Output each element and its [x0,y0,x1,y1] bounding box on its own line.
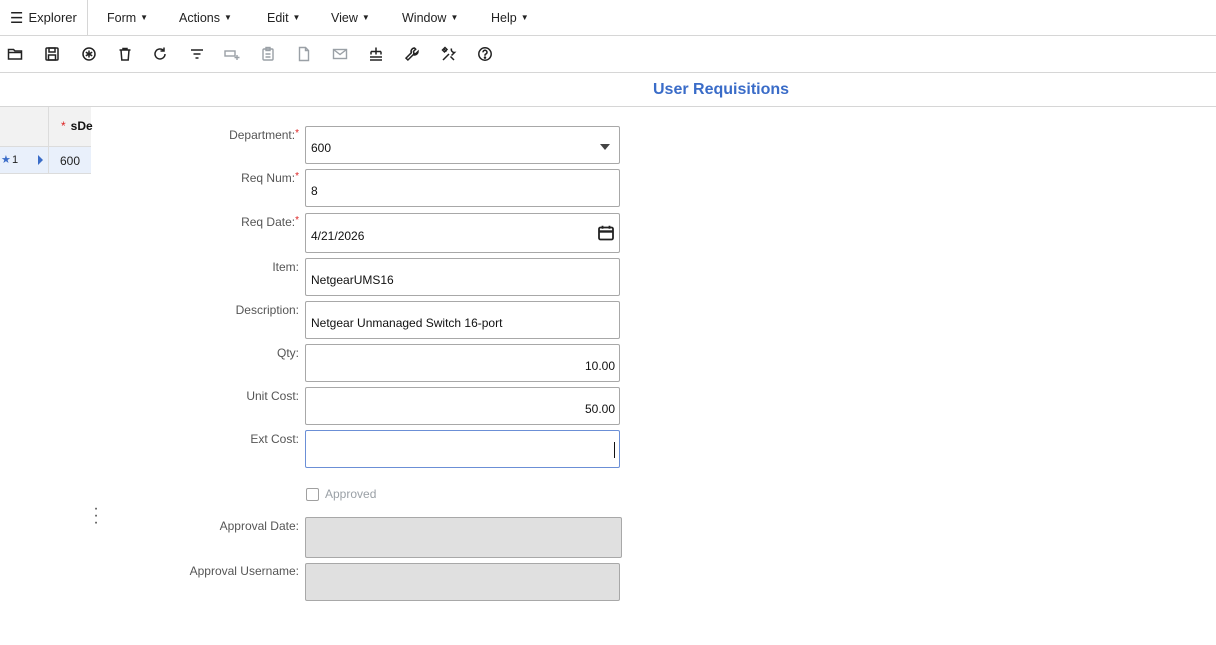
insert-row-icon[interactable] [223,45,241,63]
req-num-field[interactable]: 8 [305,169,620,207]
refresh-icon[interactable] [151,45,169,63]
item-field[interactable]: NetgearUMS16 [305,258,620,296]
menu-help[interactable]: Help ▼ [491,0,529,36]
clipboard-icon[interactable] [259,45,277,63]
current-row-arrow-icon [38,155,43,165]
chevron-down-icon [600,144,610,150]
department-label: Department:* [229,128,299,142]
caret-down-icon: ▼ [140,13,149,22]
qty-field[interactable]: 10.00 [305,344,620,382]
row-header[interactable]: ★ 1 [0,147,49,174]
caret-down-icon: ▼ [224,13,232,22]
tools-icon[interactable] [440,45,458,63]
description-field[interactable]: Netgear Unmanaged Switch 16-port [305,301,620,339]
grid-cell-department[interactable]: 600 [60,154,80,168]
email-icon[interactable] [331,45,349,63]
help-icon[interactable] [476,45,494,63]
approval-username-field [305,563,620,601]
grid-corner [0,107,49,147]
req-num-label: Req Num:* [241,171,299,185]
approved-label: Approved [325,487,377,501]
wrench-icon[interactable] [403,45,421,63]
approved-checkbox[interactable] [306,487,319,501]
grid-header: * sDe [0,107,93,147]
calendar-icon[interactable] [597,224,615,242]
req-date-label: Req Date:* [241,215,299,229]
text-cursor [614,442,615,458]
open-icon[interactable] [6,45,24,63]
toolbar [0,36,1216,73]
title-bar: User Requisitions [0,73,1216,107]
tree-icon[interactable] [367,45,385,63]
qty-label: Qty: [276,346,299,360]
save-icon[interactable] [43,45,61,63]
unit-cost-label: Unit Cost: [246,389,299,403]
menu-bar: ☰ Explorer Form ▼ Actions ▼ Edit ▼ View ▼ Wi… [0,0,1216,36]
explorer-label: Explorer [28,10,77,25]
ext-cost-field[interactable] [305,430,620,468]
explorer-menu-button[interactable]: ☰ Explorer [0,0,88,36]
approval-username-label: Approval Username: [189,564,299,578]
menu-actions[interactable]: Actions ▼ [179,0,232,36]
department-dropdown[interactable]: 600 [305,126,620,164]
approval-date-field [305,517,622,558]
new-icon[interactable] [80,45,98,63]
page-title: User Requisitions [653,81,790,98]
menu-window[interactable]: Window ▼ [402,0,458,36]
menu-form[interactable]: Form ▼ [107,0,148,36]
column-header-sdept[interactable]: * sDe [61,119,93,133]
ext-cost-label: Ext Cost: [250,432,299,446]
req-date-field[interactable]: 4/21/2026 [305,213,620,253]
caret-down-icon: ▼ [361,13,370,22]
panel-splitter-icon[interactable]: · · · [92,501,100,531]
table-row[interactable]: ★ 1 600 [0,147,91,174]
item-label: Item: [272,260,299,274]
star-icon: ★ [1,154,11,166]
document-icon[interactable] [295,45,313,63]
hamburger-icon: ☰ [10,9,24,27]
row-number: 1 [12,154,19,166]
filter-icon[interactable] [188,45,206,63]
menu-edit[interactable]: Edit ▼ [267,0,300,36]
unit-cost-field[interactable]: 50.00 [305,387,620,425]
caret-down-icon: ▼ [450,13,459,22]
description-label: Description: [235,303,299,317]
caret-down-icon: ▼ [292,13,301,22]
approval-date-label: Approval Date: [219,519,299,533]
caret-down-icon: ▼ [520,13,529,22]
delete-icon[interactable] [116,45,134,63]
approved-checkbox-row[interactable]: Approved [306,487,376,501]
menu-view[interactable]: View ▼ [331,0,370,36]
